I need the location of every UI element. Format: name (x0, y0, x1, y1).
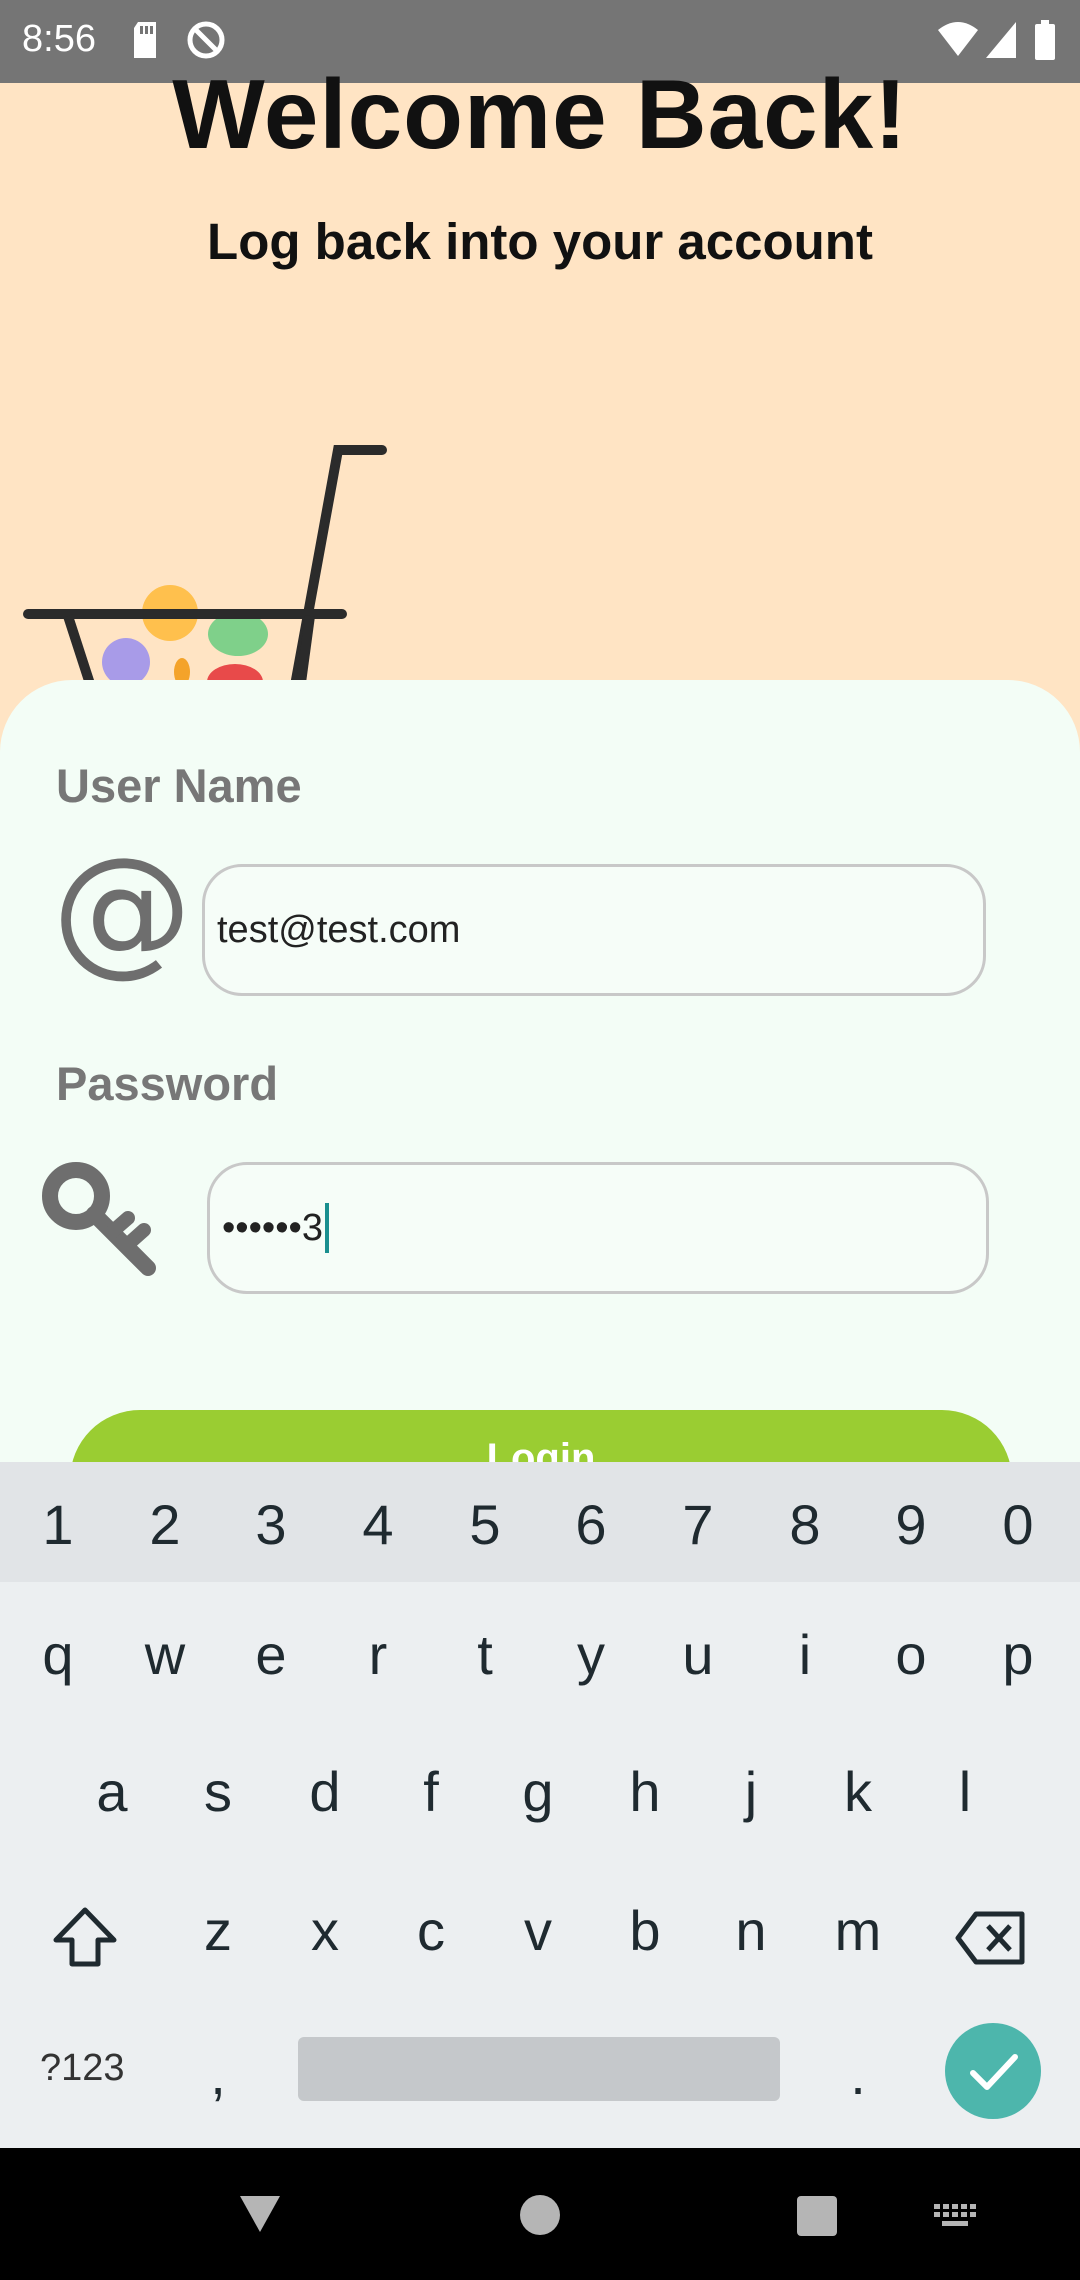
space-key[interactable] (298, 2037, 780, 2101)
back-icon[interactable] (238, 2192, 282, 2236)
navigation-bar (0, 2148, 1080, 2280)
key-z[interactable]: z (178, 1898, 258, 1963)
key-9[interactable]: 9 (871, 1492, 951, 1557)
key-t[interactable]: t (445, 1622, 525, 1687)
key-7[interactable]: 7 (658, 1492, 738, 1557)
signal-icon (986, 22, 1016, 58)
shopping-cart-illustration (23, 445, 387, 690)
page-title: Welcome Back! (172, 59, 908, 169)
key-4[interactable]: 4 (338, 1492, 418, 1557)
key-comma[interactable]: , (178, 2042, 258, 2107)
username-input[interactable]: test@test.com (202, 864, 986, 996)
key-1[interactable]: 1 (18, 1492, 98, 1557)
key-i[interactable]: i (765, 1622, 845, 1687)
key-o[interactable]: o (871, 1622, 951, 1687)
key-w[interactable]: w (125, 1622, 205, 1687)
keyboard-switch-icon[interactable] (932, 2202, 980, 2232)
key-6[interactable]: 6 (551, 1492, 631, 1557)
at-sign-icon: @ (52, 828, 192, 991)
backspace-icon[interactable] (954, 1908, 1028, 1968)
password-input[interactable]: ••••••3 (207, 1162, 989, 1294)
key-a[interactable]: a (72, 1759, 152, 1824)
key-3[interactable]: 3 (231, 1492, 311, 1557)
key-m[interactable]: m (818, 1898, 898, 1963)
text-cursor (324, 1203, 329, 1253)
keyboard-number-row: 1 2 3 4 5 6 7 8 9 0 (0, 1462, 1080, 1582)
key-2[interactable]: 2 (125, 1492, 205, 1557)
username-label: User Name (56, 759, 302, 812)
key-d[interactable]: d (285, 1759, 365, 1824)
key-8[interactable]: 8 (765, 1492, 845, 1557)
shift-icon[interactable] (50, 1904, 120, 1970)
key-b[interactable]: b (605, 1898, 685, 1963)
battery-icon (1035, 20, 1055, 60)
key-q[interactable]: q (18, 1622, 98, 1687)
key-y[interactable]: y (551, 1622, 631, 1687)
home-icon[interactable] (519, 2194, 561, 2236)
key-f[interactable]: f (391, 1759, 471, 1824)
key-c[interactable]: c (391, 1898, 471, 1963)
check-icon (970, 2054, 1018, 2090)
key-5[interactable]: 5 (445, 1492, 525, 1557)
sd-card-icon (134, 22, 156, 58)
username-value: test@test.com (217, 908, 461, 951)
key-k[interactable]: k (818, 1759, 898, 1824)
password-value: ••••••3 (222, 1206, 323, 1249)
status-time: 8:56 (22, 18, 96, 60)
key-v[interactable]: v (498, 1898, 578, 1963)
key-icon (42, 1162, 156, 1276)
recents-icon[interactable] (797, 2196, 837, 2236)
key-g[interactable]: g (498, 1759, 578, 1824)
key-period[interactable]: . (818, 2042, 898, 2107)
key-0[interactable]: 0 (978, 1492, 1058, 1557)
no-sync-icon (187, 21, 225, 59)
wifi-icon (938, 22, 978, 56)
key-h[interactable]: h (605, 1759, 685, 1824)
key-e[interactable]: e (231, 1622, 311, 1687)
symbols-key[interactable]: ?123 (40, 2047, 125, 2090)
page-subtitle: Log back into your account (207, 213, 873, 270)
key-x[interactable]: x (285, 1898, 365, 1963)
key-l[interactable]: l (925, 1759, 1005, 1824)
password-label: Password (56, 1057, 279, 1110)
soft-keyboard: 1 2 3 4 5 6 7 8 9 0 q w e r t y u i o p … (0, 1462, 1080, 2148)
key-n[interactable]: n (711, 1898, 791, 1963)
key-r[interactable]: r (338, 1622, 418, 1687)
key-s[interactable]: s (178, 1759, 258, 1824)
done-key[interactable] (945, 2023, 1041, 2119)
key-j[interactable]: j (711, 1759, 791, 1824)
key-p[interactable]: p (978, 1622, 1058, 1687)
key-u[interactable]: u (658, 1622, 738, 1687)
